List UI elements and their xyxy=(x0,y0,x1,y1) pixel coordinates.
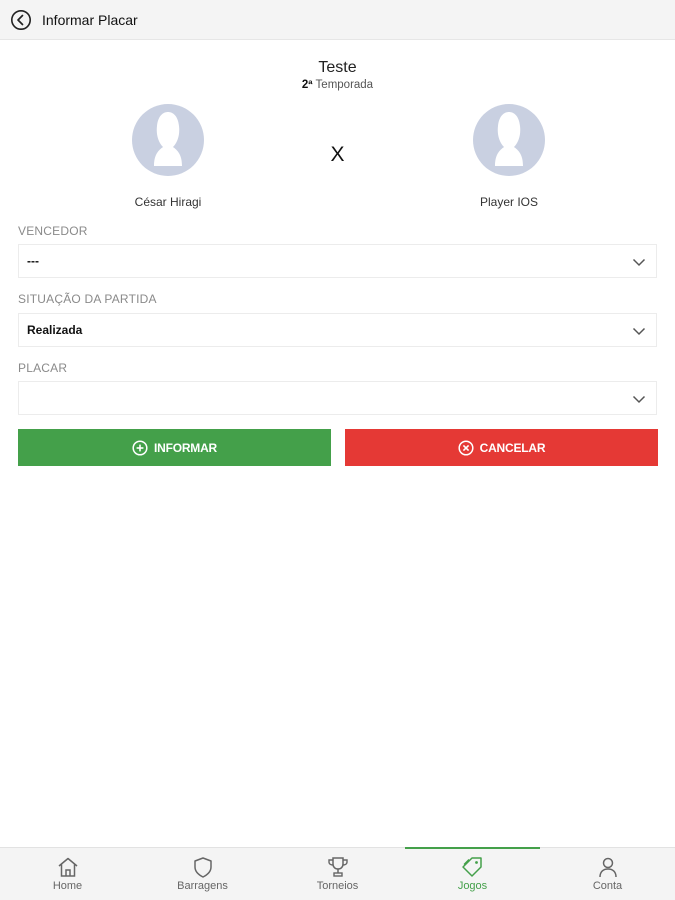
chevron-down-icon xyxy=(632,327,646,336)
season-label: Temporada xyxy=(315,79,374,91)
status-label: SITUAÇÃO DA PARTIDA xyxy=(18,292,157,306)
nav-torneios-label: Torneios xyxy=(316,880,359,892)
season-info: 2ª Temporada xyxy=(0,78,675,93)
back-button[interactable] xyxy=(9,8,33,32)
tickets-icon xyxy=(461,857,482,877)
cancelar-button[interactable]: CANCELAR xyxy=(345,429,658,466)
player-one-name: César Hiragi xyxy=(134,195,202,209)
score-label: PLACAR xyxy=(18,361,68,375)
nav-jogos[interactable]: Jogos xyxy=(405,847,540,900)
winner-value: --- xyxy=(27,254,39,268)
nav-torneios[interactable]: Torneios xyxy=(270,848,405,900)
winner-select[interactable]: --- xyxy=(18,244,657,278)
back-arrow-icon xyxy=(11,9,31,30)
chevron-down-icon xyxy=(632,395,646,404)
player-two-name: Player IOS xyxy=(479,195,539,209)
nav-jogos-label: Jogos xyxy=(457,880,488,892)
bottom-nav: Home Barragens Torneios Jogos Conta xyxy=(0,847,675,900)
winner-label: VENCEDOR xyxy=(18,224,88,238)
nav-conta[interactable]: Conta xyxy=(540,848,675,900)
plus-circle-icon xyxy=(132,439,148,456)
person-icon xyxy=(598,857,617,878)
status-value: Realizada xyxy=(27,323,83,337)
status-select[interactable]: Realizada xyxy=(18,313,657,347)
score-select[interactable] xyxy=(18,381,657,415)
nav-barragens-label: Barragens xyxy=(177,880,228,892)
close-circle-icon xyxy=(458,439,474,456)
informar-button-label: INFORMAR xyxy=(153,440,218,455)
match-header: Teste 2ª Temporada xyxy=(0,58,675,93)
nav-barragens[interactable]: Barragens xyxy=(135,848,270,900)
nav-home[interactable]: Home xyxy=(0,848,135,900)
season-number: 2ª xyxy=(301,79,313,91)
shield-icon xyxy=(193,857,212,878)
informar-button[interactable]: INFORMAR xyxy=(18,429,331,466)
nav-home-label: Home xyxy=(52,880,83,892)
app-bar: Informar Placar xyxy=(0,0,675,40)
home-icon xyxy=(58,857,77,877)
nav-conta-label: Conta xyxy=(592,880,623,892)
trophy-icon xyxy=(327,857,348,877)
chevron-down-icon xyxy=(632,258,646,267)
cancelar-button-label: CANCELAR xyxy=(479,440,546,455)
player-two-avatar xyxy=(473,104,545,176)
user-silhouette-icon xyxy=(495,112,523,166)
player-two: Player IOS xyxy=(434,104,584,209)
tournament-name: Teste xyxy=(318,59,357,76)
page-title: Informar Placar xyxy=(42,11,138,28)
